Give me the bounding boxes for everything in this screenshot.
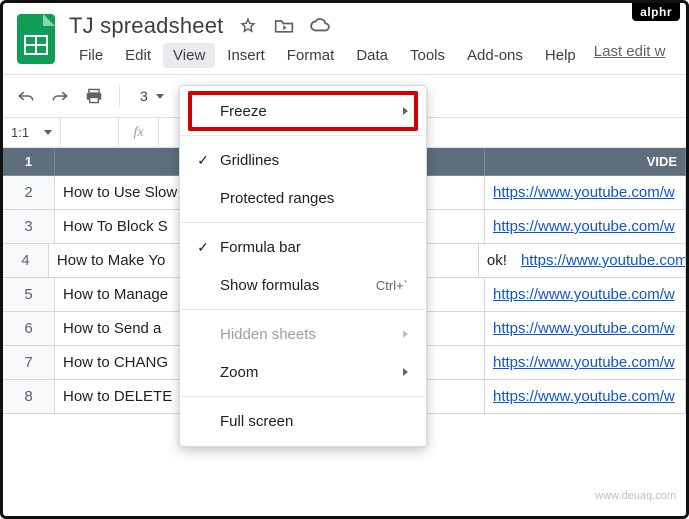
row-number[interactable]: 4 bbox=[3, 244, 49, 278]
menu-separator bbox=[180, 135, 426, 136]
zoom-dropdown[interactable]: 3 bbox=[132, 85, 172, 107]
header-cell[interactable]: VIDE bbox=[485, 148, 686, 176]
cell-text: ok! bbox=[487, 252, 507, 269]
print-button[interactable] bbox=[81, 83, 107, 109]
menu-item-label: Protected ranges bbox=[220, 190, 408, 207]
menu-item-gridlines[interactable]: ✓ Gridlines bbox=[180, 141, 426, 179]
menu-item-label: Gridlines bbox=[220, 152, 408, 169]
link[interactable]: https://www.youtube.com/w bbox=[493, 286, 675, 303]
chevron-down-icon bbox=[44, 130, 52, 135]
chevron-right-icon bbox=[403, 107, 408, 115]
menu-item-show-formulas[interactable]: Show formulas Ctrl+` bbox=[180, 266, 426, 304]
cell[interactable]: https://www.youtube.com/w bbox=[485, 346, 686, 380]
site-badge: alphr bbox=[632, 3, 680, 21]
menu-file[interactable]: File bbox=[69, 43, 113, 68]
document-title[interactable]: TJ spreadsheet bbox=[69, 13, 223, 39]
menu-edit[interactable]: Edit bbox=[115, 43, 161, 68]
sheets-logo-icon[interactable] bbox=[15, 11, 57, 67]
menu-separator bbox=[180, 222, 426, 223]
zoom-value: 3 bbox=[140, 88, 148, 104]
check-icon: ✓ bbox=[192, 239, 214, 256]
cell[interactable]: https://www.youtube.com/w bbox=[485, 210, 686, 244]
row-number[interactable]: 6 bbox=[3, 312, 55, 346]
name-box[interactable]: 1:1 bbox=[3, 118, 61, 147]
row-number[interactable]: 8 bbox=[3, 380, 55, 414]
menu-help[interactable]: Help bbox=[535, 43, 586, 68]
menu-format[interactable]: Format bbox=[277, 43, 345, 68]
watermark: www.deuaq.com bbox=[595, 490, 676, 502]
cell[interactable]: https://www.youtube.com/w bbox=[485, 380, 686, 414]
chevron-down-icon bbox=[156, 94, 164, 99]
row-number[interactable]: 5 bbox=[3, 278, 55, 312]
menu-separator bbox=[180, 396, 426, 397]
redo-button[interactable] bbox=[47, 83, 73, 109]
star-icon[interactable] bbox=[237, 15, 259, 37]
cloud-status-icon[interactable] bbox=[309, 15, 331, 37]
link[interactable]: https://www.youtube.com/w bbox=[493, 320, 675, 337]
menu-item-full-screen[interactable]: Full screen bbox=[180, 402, 426, 440]
menu-item-shortcut: Ctrl+` bbox=[376, 278, 408, 293]
link[interactable]: https://www.youtube.com/w bbox=[493, 218, 675, 235]
menu-item-label: Show formulas bbox=[220, 277, 370, 294]
fx-label: fx bbox=[119, 118, 159, 147]
menu-view[interactable]: View bbox=[163, 43, 215, 68]
chevron-right-icon bbox=[403, 330, 408, 338]
cell[interactable]: https://www.youtube.com/w bbox=[485, 312, 686, 346]
menu-item-zoom[interactable]: Zoom bbox=[180, 353, 426, 391]
link[interactable]: https://www.youtube.com/w bbox=[493, 354, 675, 371]
toolbar-separator bbox=[119, 85, 120, 107]
cell[interactable]: https://www.youtube.com/w bbox=[485, 278, 686, 312]
menu-tools[interactable]: Tools bbox=[400, 43, 455, 68]
name-box-value: 1:1 bbox=[11, 125, 29, 140]
menu-data[interactable]: Data bbox=[346, 43, 398, 68]
menu-item-label: Zoom bbox=[220, 364, 397, 381]
menu-insert[interactable]: Insert bbox=[217, 43, 275, 68]
menu-item-protected-ranges[interactable]: Protected ranges bbox=[180, 179, 426, 217]
cell[interactable]: ok! https://www.youtube.com/w bbox=[479, 244, 686, 278]
menu-item-freeze[interactable]: Freeze bbox=[180, 92, 426, 130]
last-edit-link[interactable]: Last edit w bbox=[594, 43, 666, 68]
check-icon: ✓ bbox=[192, 152, 214, 169]
row-number[interactable]: 1 bbox=[3, 148, 55, 176]
menu-item-formula-bar[interactable]: ✓ Formula bar bbox=[180, 228, 426, 266]
row-number[interactable]: 7 bbox=[3, 346, 55, 380]
menu-item-label: Full screen bbox=[220, 413, 408, 430]
cell[interactable]: https://www.youtube.com/w bbox=[485, 176, 686, 210]
menubar: File Edit View Insert Format Data Tools … bbox=[67, 41, 674, 74]
titlebar: TJ spreadsheet File Edit View Insert For… bbox=[3, 3, 686, 74]
menu-item-label: Formula bar bbox=[220, 239, 408, 256]
link[interactable]: https://www.youtube.com/w bbox=[493, 184, 675, 201]
menu-item-hidden-sheets: Hidden sheets bbox=[180, 315, 426, 353]
menu-item-label: Freeze bbox=[220, 103, 397, 120]
undo-button[interactable] bbox=[13, 83, 39, 109]
menu-addons[interactable]: Add-ons bbox=[457, 43, 533, 68]
link[interactable]: https://www.youtube.com/w bbox=[493, 388, 675, 405]
row-number[interactable]: 3 bbox=[3, 210, 55, 244]
menu-item-label: Hidden sheets bbox=[220, 326, 397, 343]
link[interactable]: https://www.youtube.com/w bbox=[521, 252, 686, 269]
view-menu-dropdown: Freeze ✓ Gridlines Protected ranges ✓ Fo… bbox=[179, 85, 427, 447]
menu-separator bbox=[180, 309, 426, 310]
move-to-folder-icon[interactable] bbox=[273, 15, 295, 37]
chevron-right-icon bbox=[403, 368, 408, 376]
row-number[interactable]: 2 bbox=[3, 176, 55, 210]
